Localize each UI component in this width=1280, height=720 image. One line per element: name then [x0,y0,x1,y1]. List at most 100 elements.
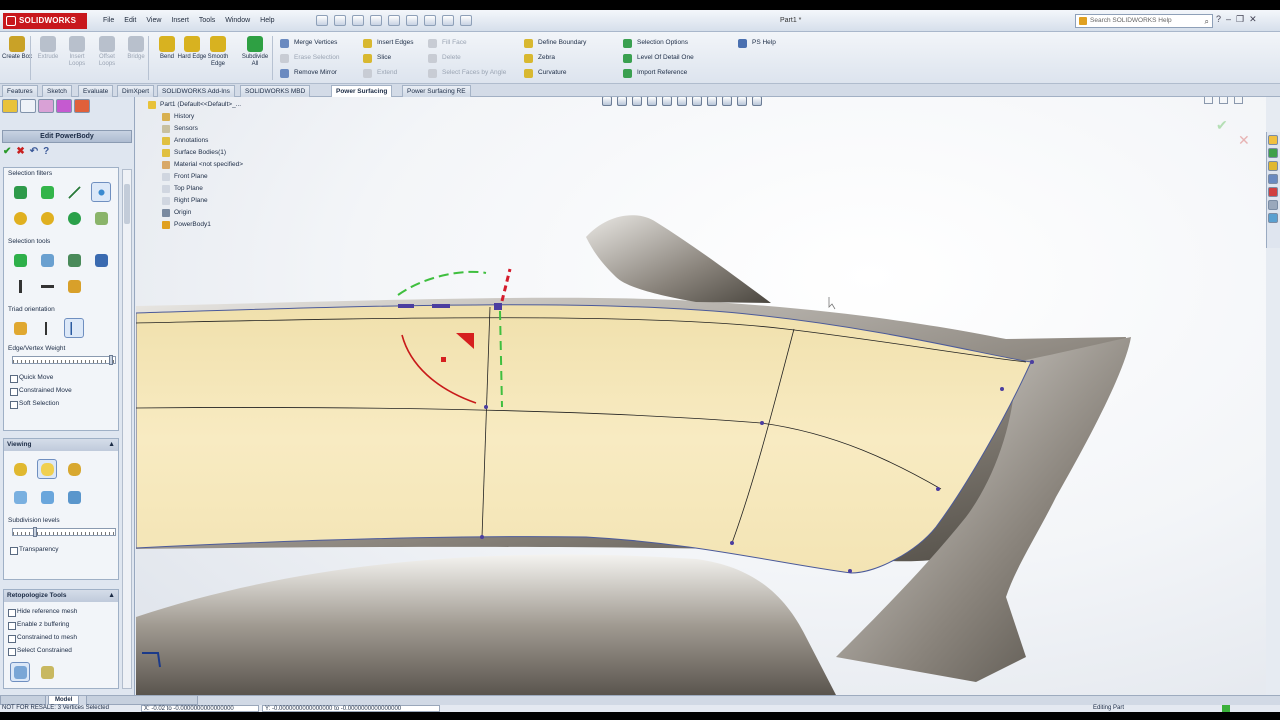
tab-sketch[interactable]: Sketch [42,85,72,97]
tab-solidworks-add-ins[interactable]: SOLIDWORKS Add-Ins [157,85,235,97]
menu-window[interactable]: Window [220,10,255,32]
magnifier-icon[interactable]: ⌕ [1205,16,1209,28]
filter-face-button[interactable] [37,182,57,202]
tree-item-surface[interactable]: Surface Bodies(1) [148,147,243,159]
file-explorer-icon[interactable] [1268,161,1278,171]
hide-reference-mesh-checkbox[interactable]: Hide reference mesh [8,608,77,617]
filter-region-button[interactable] [91,208,111,228]
tab-evaluate[interactable]: Evaluate [78,85,114,97]
retopo-snap-button[interactable] [37,662,57,682]
constrained-to-mesh-checkbox[interactable]: Constrained to mesh [8,634,77,643]
ribbon-bridge-button[interactable]: Bridge [121,36,151,61]
tab-power-surfacing[interactable]: Power Surfacing [331,85,393,97]
help-icon[interactable]: ? [1216,14,1221,25]
filter-ring-button[interactable] [64,208,84,228]
vertex[interactable] [1000,387,1004,391]
filter-line-button[interactable] [64,182,84,202]
view-orientation-icon[interactable] [677,97,687,106]
selected-vertex[interactable] [432,304,450,308]
retopologize-header[interactable]: Retopologize Tools ▲ [4,590,118,602]
menu-view[interactable]: View [141,10,166,32]
selected-vertex[interactable] [494,303,502,310]
viewport-maximize-icon[interactable] [1234,97,1243,104]
edit-appearance-icon[interactable] [722,97,732,106]
ribbon-define-boundary-button[interactable]: Define Boundary [524,36,586,50]
select-constrained-checkbox[interactable]: Select Constrained [8,647,72,656]
menu-file[interactable]: File [98,10,119,32]
ribbon-delete-button[interactable]: Delete [428,51,461,65]
ribbon-erase-selection-button[interactable]: Erase Selection [280,51,340,65]
design-library-icon[interactable] [1268,148,1278,158]
enable-z-buffering-checkbox[interactable]: Enable z buffering [8,621,69,630]
resources-icon[interactable] [1268,135,1278,145]
vertex[interactable] [760,421,764,425]
ribbon-zebra-button[interactable]: Zebra [524,51,555,65]
tree-item-right[interactable]: Right Plane [148,195,243,207]
menu-insert[interactable]: Insert [166,10,194,32]
feature-manager-icon[interactable] [2,99,18,113]
collapse-icon[interactable]: ▲ [108,439,115,451]
tab-solidworks-mbd[interactable]: SOLIDWORKS MBD [240,85,311,97]
custom-properties-icon[interactable] [1268,200,1278,210]
display-manager-icon[interactable] [74,99,90,113]
retopo-collapse-icon[interactable]: ▲ [108,590,115,602]
ribbon-create-box-button[interactable]: Create Box [2,36,32,61]
save-icon[interactable] [352,15,364,26]
property-manager-icon[interactable] [20,99,36,113]
vertex[interactable] [484,405,488,409]
transparency-checkbox[interactable]: Transparency [10,546,59,555]
undo-arrow-icon[interactable]: ↶ [30,147,38,157]
tab-dimxpert[interactable]: DimXpert [117,85,155,97]
minimize-icon[interactable]: – [1226,14,1231,25]
print-icon[interactable] [370,15,382,26]
search-input[interactable]: Search SOLIDWORKS Help ⌕ [1075,14,1213,28]
soft-selection-checkbox[interactable]: Soft Selection [10,400,59,409]
display-style-icon[interactable] [692,97,702,106]
tree-item-material[interactable]: Material <not specified> [148,159,243,171]
vertex[interactable] [730,541,734,545]
ribbon-fill-face-button[interactable]: Fill Face [428,36,467,50]
viewport-restore-icon[interactable] [1219,97,1228,104]
ribbon-curvature-button[interactable]: Curvature [524,66,567,80]
selected-vertex[interactable] [398,304,414,308]
ribbon-offset-loops-button[interactable]: Offset Loops [92,36,122,68]
ribbon-subdivide-all-button[interactable]: Subdivide All [240,36,270,68]
apply-scene-icon[interactable] [737,97,747,106]
triad-global-button[interactable] [10,318,30,338]
tree-item-front[interactable]: Front Plane [148,171,243,183]
help-question-icon[interactable]: ? [43,147,49,157]
view-wire-button[interactable] [10,487,30,507]
ribbon-level-of-detail-one-button[interactable]: Level Of Detail One [623,51,694,65]
tree-item-powerbody1[interactable]: PowerBody1 [148,219,243,231]
triad-rotation-ring-green[interactable] [397,270,487,296]
rebuild-status-icon[interactable] [1222,705,1230,712]
close-icon[interactable]: ✕ [1249,14,1257,25]
ribbon-select-faces-by-angle-button[interactable]: Select Faces by Angle [428,66,506,80]
view-smooth-button[interactable] [10,459,30,479]
new-icon[interactable] [316,15,328,26]
tree-root[interactable]: Part1 (Default<<Default>_... [148,99,243,111]
triad-center-red[interactable] [441,357,446,362]
view-cage-button[interactable] [37,459,57,479]
constrained-move-checkbox[interactable]: Constrained Move [10,387,72,396]
vertex[interactable] [480,535,484,539]
menu-tools[interactable]: Tools [194,10,220,32]
subdivision-slider-thumb[interactable] [33,527,37,537]
ribbon-selection-options-button[interactable]: Selection Options [623,36,688,50]
view-palette-icon[interactable] [1268,174,1278,184]
view-mirror-button[interactable] [37,487,57,507]
select-similar-button[interactable] [64,276,84,296]
tab-power-surfacing-re[interactable]: Power Surfacing RE [402,85,471,97]
graphics-area[interactable]: Part1 (Default<<Default>_... History Sens… [136,97,1266,695]
confirm-ok-icon[interactable]: ✔ [1216,117,1228,134]
filter-loop-button[interactable] [37,208,57,228]
dimxpert-manager-icon[interactable] [56,99,72,113]
view-symmetry-button[interactable] [64,487,84,507]
vertex[interactable] [1030,360,1034,364]
select-edge-ring-button[interactable] [37,276,57,296]
tree-item-history[interactable]: History [148,111,243,123]
ribbon-insert-loops-button[interactable]: Insert Loops [62,36,92,68]
viewing-header[interactable]: Viewing ▲ [4,439,118,451]
tab-motion-study[interactable] [86,696,198,705]
rebuild-icon[interactable] [424,15,436,26]
